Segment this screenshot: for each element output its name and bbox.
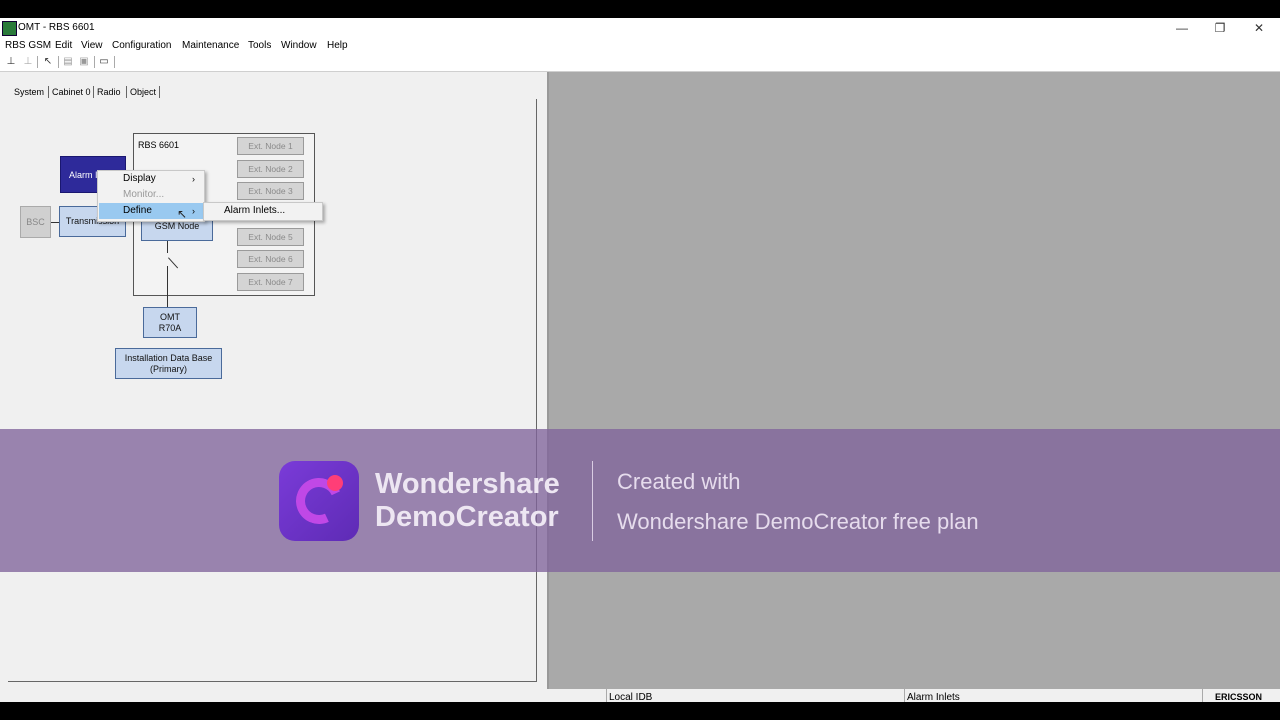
democreator-logo-icon: [279, 461, 359, 541]
connect-icon[interactable]: ⊥: [5, 56, 17, 68]
bsc-node[interactable]: BSC: [20, 206, 51, 238]
watermark-created-with: Created with: [617, 469, 741, 494]
menu-tools[interactable]: Tools: [248, 40, 271, 51]
window-title: OMT - RBS 6601: [18, 22, 95, 33]
disconnect-icon[interactable]: ⊥: [22, 56, 34, 68]
watermark-divider: [592, 461, 593, 541]
tool-icon[interactable]: ↖: [42, 56, 54, 68]
top-black-band: [0, 0, 1280, 18]
omt-label: OMT: [160, 311, 180, 322]
omt-link-line: [167, 266, 168, 307]
menu-rbs-gsm[interactable]: RBS GSM: [5, 40, 51, 51]
save-icon[interactable]: ▣: [78, 56, 90, 68]
menu-view[interactable]: View: [81, 40, 103, 51]
menu-configuration[interactable]: Configuration: [112, 40, 171, 51]
horizontal-scrollbar[interactable]: [8, 681, 536, 682]
menu-maintenance[interactable]: Maintenance: [182, 40, 239, 51]
minimize-button[interactable]: —: [1163, 19, 1201, 37]
ericsson-logo: ERICSSON: [1202, 689, 1280, 702]
menu-edit[interactable]: Edit: [55, 40, 72, 51]
system-view-pane: System Cabinet 0 Radio Object RBS 6601 E…: [0, 72, 549, 689]
title-bar: OMT - RBS 6601 — ❐ ✕: [0, 18, 1280, 38]
ext-node-5[interactable]: Ext. Node 5: [237, 228, 304, 246]
watermark-brand-line2: DemoCreator: [375, 501, 559, 533]
ext-node-1[interactable]: Ext. Node 1: [237, 137, 304, 155]
gsm-link-line: [167, 241, 168, 253]
toolbar-separator: [114, 56, 115, 68]
omt-version: R70A: [158, 322, 182, 333]
omt-node[interactable]: OMT R70A: [143, 307, 197, 338]
toolbar-separator: [37, 56, 38, 68]
watermark-plan: Wondershare DemoCreator free plan: [617, 509, 979, 534]
define-submenu: Alarm Inlets...: [203, 202, 323, 221]
tab-cabinet-0[interactable]: Cabinet 0: [50, 87, 93, 97]
tab-divider: [159, 86, 160, 98]
mouse-cursor-icon: ↖: [177, 207, 188, 221]
vertical-scrollbar[interactable]: [536, 99, 537, 682]
toolbar-separator: [58, 56, 59, 68]
context-menu: Display › Monitor... Define ›: [97, 170, 205, 222]
ctx-item-display[interactable]: Display ›: [99, 171, 203, 187]
chevron-right-icon: ›: [192, 174, 195, 184]
close-button[interactable]: ✕: [1240, 19, 1278, 37]
ext-node-7[interactable]: Ext. Node 7: [237, 273, 304, 291]
chevron-right-icon: ›: [192, 206, 195, 216]
ext-node-2[interactable]: Ext. Node 2: [237, 160, 304, 178]
idb-label: Installation Data Base: [124, 352, 213, 363]
menu-window[interactable]: Window: [281, 40, 317, 51]
book-icon[interactable]: ▤: [62, 56, 74, 68]
rbs-title: RBS 6601: [138, 140, 180, 150]
idb-sublabel: (Primary): [150, 363, 187, 374]
tab-divider: [93, 86, 94, 98]
monitor-icon[interactable]: ▭: [98, 56, 110, 68]
toolbar-separator: [94, 56, 95, 68]
ext-node-3[interactable]: Ext. Node 3: [237, 182, 304, 200]
tab-system[interactable]: System: [12, 87, 46, 97]
watermark-brand-line1: Wondershare: [375, 468, 560, 500]
menu-bar: RBS GSM Edit View Configuration Maintena…: [0, 38, 1280, 54]
menu-help[interactable]: Help: [327, 40, 348, 51]
tab-object[interactable]: Object: [128, 87, 158, 97]
tab-radio[interactable]: Radio: [95, 87, 123, 97]
bottom-black-band: [0, 702, 1280, 720]
tab-divider: [48, 86, 49, 98]
workspace-pane: [549, 72, 1280, 689]
alarm-node-label: Alarm I: [69, 170, 98, 180]
installation-database-node[interactable]: Installation Data Base (Primary): [115, 348, 222, 379]
status-message: Alarm Inlets: [904, 689, 1202, 702]
toolbar: ⊥ ⊥ ↖ ▤ ▣ ▭: [0, 54, 1280, 72]
status-idb: Local IDB: [606, 689, 904, 702]
tab-divider: [126, 86, 127, 98]
ctx-item-define[interactable]: Define ›: [99, 203, 203, 219]
ctx-item-monitor[interactable]: Monitor...: [99, 187, 203, 203]
app-icon: [2, 21, 17, 36]
status-bar: Local IDB Alarm Inlets ERICSSON: [0, 689, 1280, 702]
restore-button[interactable]: ❐: [1201, 19, 1239, 37]
watermark-banner: Wondershare DemoCreator Created with Won…: [0, 429, 1280, 572]
ext-node-6[interactable]: Ext. Node 6: [237, 250, 304, 268]
submenu-item-alarm-inlets[interactable]: Alarm Inlets...: [224, 205, 285, 216]
